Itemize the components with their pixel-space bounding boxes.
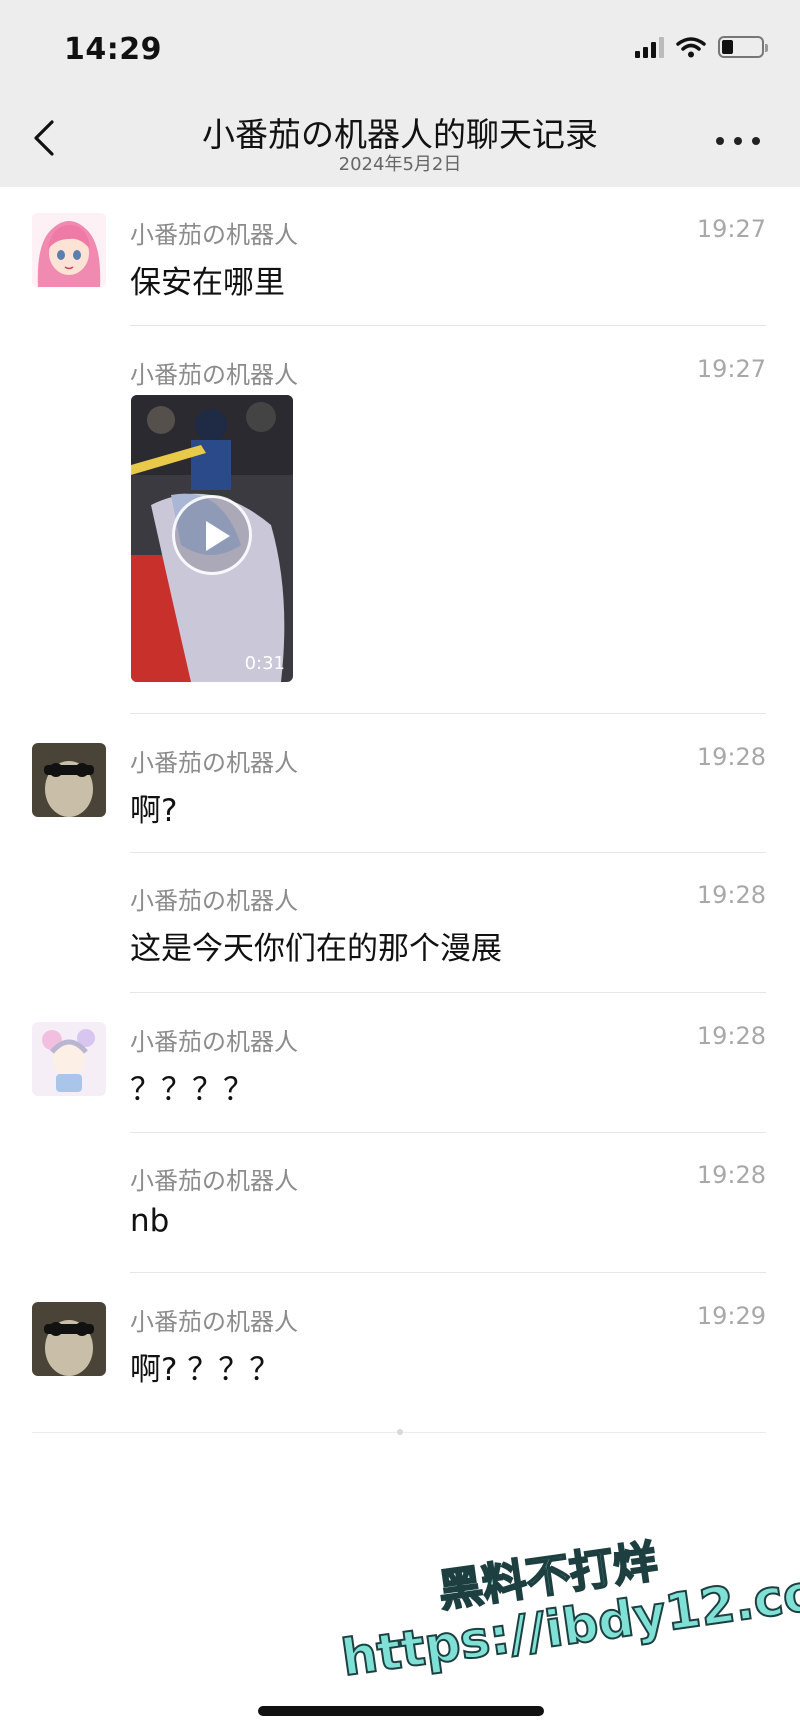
avatar[interactable]	[32, 213, 106, 287]
message-item: 小番茄の机器人 19:29 啊? ？？？	[0, 1273, 800, 1413]
message-text: 啊? ？？？	[130, 1352, 281, 1388]
divider	[130, 325, 766, 326]
avatar[interactable]	[32, 1022, 106, 1096]
message-time: 19:28	[696, 1161, 766, 1189]
sender-name: 小番茄の机器人	[130, 749, 298, 777]
sender-name: 小番茄の机器人	[130, 1028, 298, 1056]
message-item: 小番茄の机器人 19:27 保安在哪里	[0, 187, 800, 327]
message-text: 保安在哪里	[130, 265, 285, 301]
message-item: 小番茄の机器人 19:28 ？？？？	[0, 993, 800, 1133]
message-time: 19:28	[696, 743, 766, 771]
page-title: 小番茄の机器人的聊天记录	[202, 115, 598, 154]
avatar[interactable]	[32, 1302, 106, 1376]
video-thumbnail[interactable]: 0:31	[131, 395, 293, 682]
sender-name: 小番茄の机器人	[130, 887, 298, 915]
cellular-signal-icon	[635, 36, 664, 58]
status-time: 14:29	[64, 32, 162, 67]
message-text: 这是今天你们在的那个漫展	[130, 931, 502, 967]
message-item: 小番茄の机器人 19:28 这是今天你们在的那个漫展	[0, 853, 800, 993]
status-icons	[635, 36, 768, 58]
wifi-icon	[676, 37, 706, 58]
end-dot	[397, 1429, 403, 1435]
sender-name: 小番茄の机器人	[130, 221, 298, 249]
message-text: 啊?	[130, 793, 178, 829]
sender-name: 小番茄の机器人	[130, 1308, 298, 1336]
message-time: 19:27	[696, 215, 766, 243]
message-item: 小番茄の机器人 19:28 nb	[0, 1133, 800, 1273]
sender-name: 小番茄の机器人	[130, 361, 298, 389]
video-duration: 0:31	[244, 653, 285, 674]
message-time: 19:27	[696, 355, 766, 383]
sender-name: 小番茄の机器人	[130, 1167, 298, 1195]
home-indicator[interactable]	[258, 1706, 544, 1716]
top-bar: 14:29 小番茄の机器人的聊天记录 2024年5月2日	[0, 0, 800, 187]
avatar[interactable]	[32, 743, 106, 817]
more-options-icon[interactable]	[716, 126, 760, 156]
message-text: nb	[130, 1203, 170, 1239]
message-text: ？？？？	[130, 1072, 254, 1108]
message-time: 19:28	[696, 1022, 766, 1050]
battery-icon	[718, 36, 768, 58]
message-time: 19:28	[696, 881, 766, 909]
play-icon[interactable]	[172, 494, 252, 575]
message-time: 19:29	[696, 1302, 766, 1330]
message-item: 小番茄の机器人 19:27 0:31	[0, 327, 800, 714]
message-item: 小番茄の机器人 19:28 啊?	[0, 713, 800, 853]
page-subtitle-date: 2024年5月2日	[338, 154, 462, 175]
